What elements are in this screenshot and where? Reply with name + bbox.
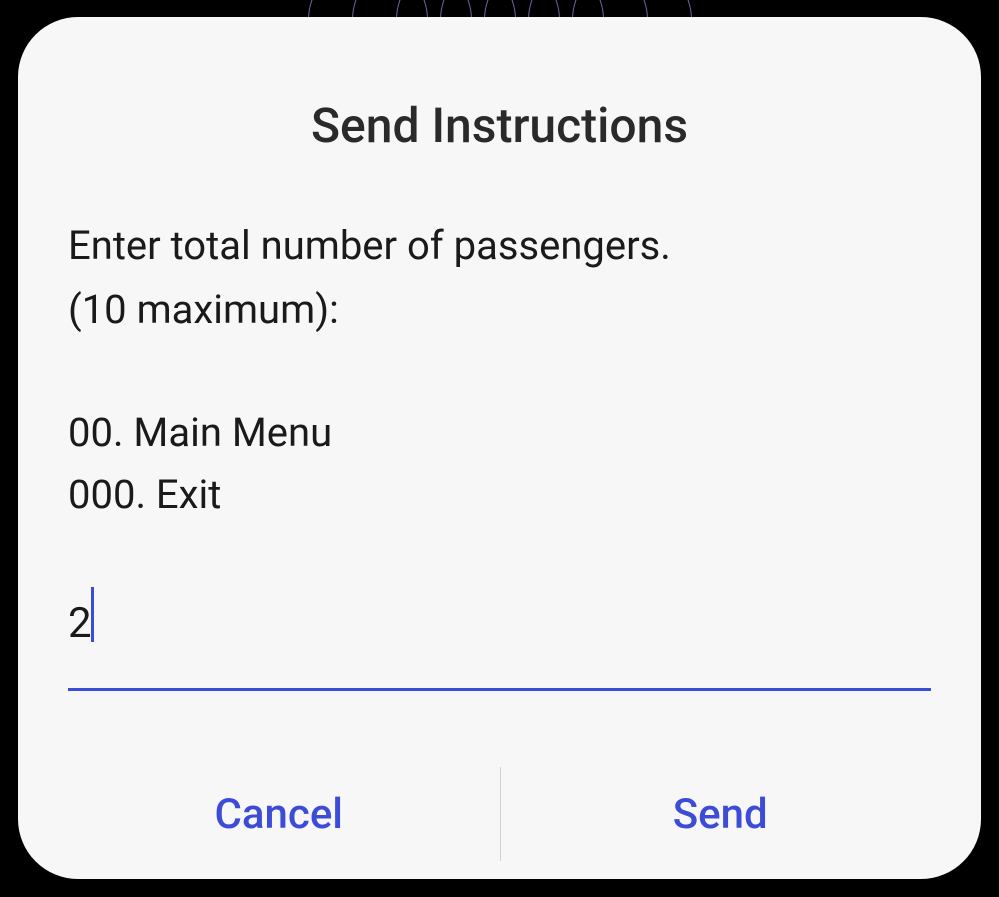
menu-option-exit: 000. Exit (68, 464, 931, 526)
send-instructions-dialog: Send Instructions Enter total number of … (18, 17, 981, 879)
menu-option-main-menu: 00. Main Menu (68, 402, 931, 464)
menu-options: 00. Main Menu 000. Exit (58, 402, 941, 526)
passenger-count-input[interactable] (68, 581, 931, 691)
instruction-line-1: Enter total number of passengers. (68, 214, 931, 278)
cancel-button[interactable]: Cancel (58, 749, 500, 879)
button-row: Cancel Send (58, 749, 941, 879)
dialog-title: Send Instructions (58, 97, 941, 154)
instruction-line-2: (10 maximum): (68, 278, 931, 342)
send-button[interactable]: Send (500, 749, 942, 879)
instruction-text: Enter total number of passengers. (10 ma… (58, 214, 941, 342)
input-container (58, 581, 941, 749)
text-cursor (91, 587, 94, 642)
